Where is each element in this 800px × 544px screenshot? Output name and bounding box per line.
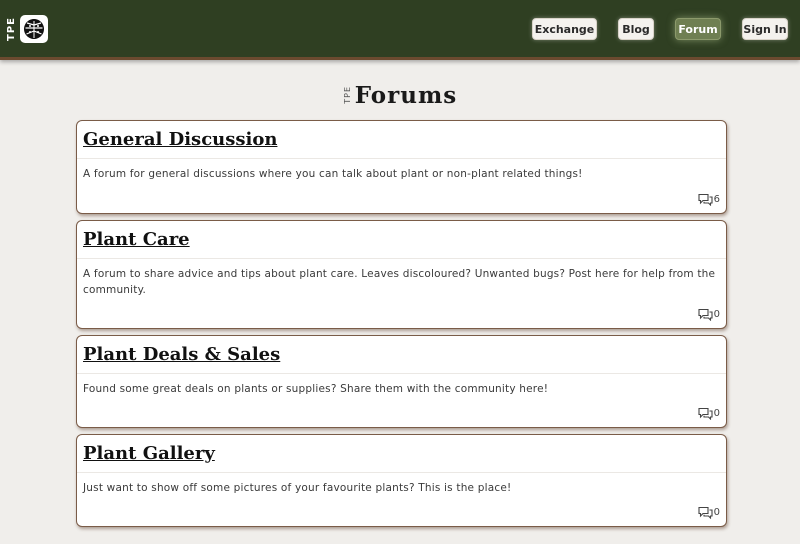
post-count: 0: [698, 308, 720, 321]
comments-icon: [698, 308, 713, 321]
forum-card-header: Plant Deals & Sales: [77, 336, 726, 374]
forum-card-header: Plant Gallery: [77, 435, 726, 473]
forum-card-header: General Discussion: [77, 121, 726, 159]
nav-forum-button[interactable]: Forum: [675, 18, 721, 40]
comments-icon: [698, 506, 713, 519]
forum-description: A forum to share advice and tips about p…: [83, 268, 716, 296]
heading-tag: TPE: [342, 86, 352, 104]
post-count-value: 0: [713, 309, 720, 320]
nav-sign-in-button[interactable]: Sign In: [742, 18, 788, 40]
forum-card-general-discussion: General Discussion A forum for general d…: [76, 120, 727, 214]
nav-exchange-button[interactable]: Exchange: [532, 18, 597, 40]
post-count: 0: [698, 407, 720, 420]
forum-title-link[interactable]: Plant Deals & Sales: [83, 344, 280, 365]
forum-card-plant-care: Plant Care A forum to share advice and t…: [76, 220, 727, 329]
comments-icon: [698, 407, 713, 420]
forum-description: Just want to show off some pictures of y…: [83, 482, 512, 494]
nav-blog-button[interactable]: Blog: [618, 18, 654, 40]
post-count-value: 0: [713, 408, 720, 419]
forum-title-link[interactable]: Plant Gallery: [83, 443, 215, 464]
brand-text: TPE: [6, 17, 17, 41]
page-title: Forums: [354, 81, 458, 109]
brand-home-link[interactable]: TPE: [6, 13, 48, 45]
comments-icon: [698, 193, 713, 206]
forum-title-link[interactable]: Plant Care: [83, 229, 190, 250]
forum-card-plant-gallery: Plant Gallery Just want to show off some…: [76, 434, 727, 527]
monstera-leaf-icon: [20, 15, 48, 43]
forum-description: Found some great deals on plants or supp…: [83, 383, 549, 395]
post-count-value: 0: [713, 507, 720, 518]
forum-description: A forum for general discussions where yo…: [83, 168, 583, 180]
forum-title-link[interactable]: General Discussion: [83, 129, 277, 150]
post-count: 6: [698, 193, 720, 206]
forum-card-plant-deals-sales: Plant Deals & Sales Found some great dea…: [76, 335, 727, 428]
page-heading: TPE Forums: [0, 80, 800, 110]
post-count-value: 6: [713, 194, 720, 205]
forum-card-header: Plant Care: [77, 221, 726, 259]
top-navbar: TPE Exchange Blog Forum Sign In: [0, 0, 800, 60]
post-count: 0: [698, 506, 720, 519]
